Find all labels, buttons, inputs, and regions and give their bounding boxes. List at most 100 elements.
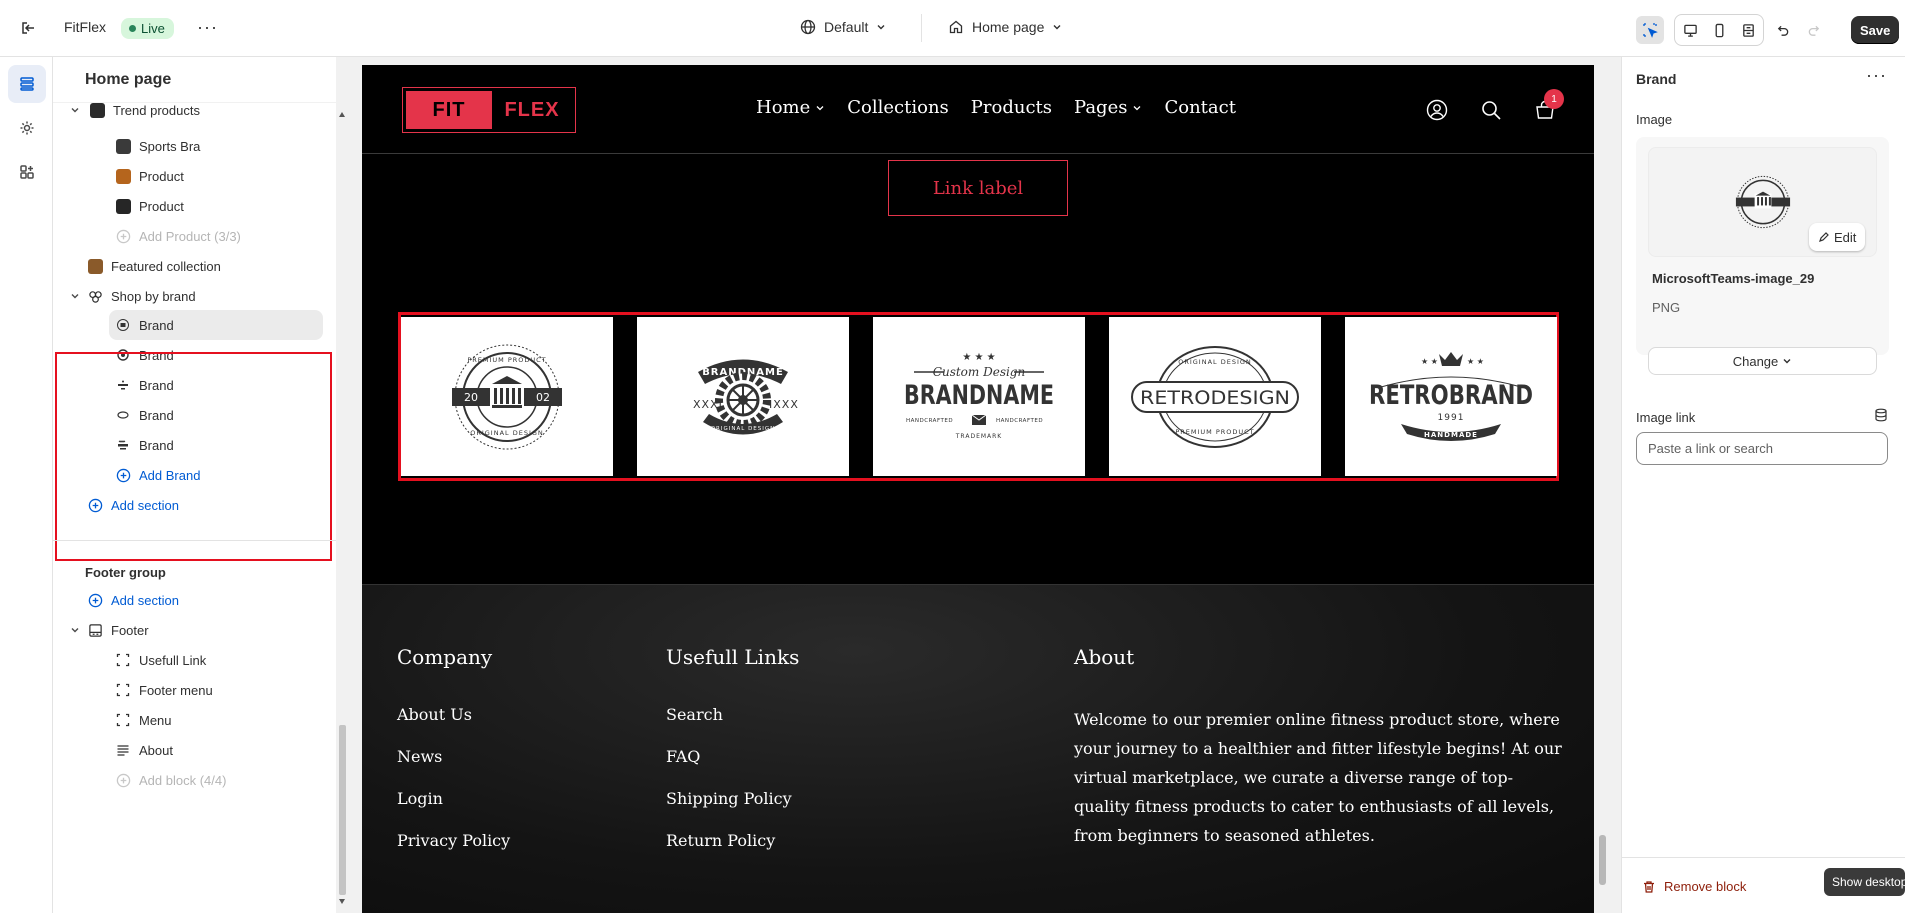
footer-link[interactable]: News — [397, 747, 510, 766]
chevron-down-icon — [1053, 25, 1061, 30]
brand-logo-bottom-text: TRADEMARK — [955, 433, 1003, 440]
block-product[interactable]: Product — [115, 161, 184, 191]
footer-link[interactable]: About Us — [397, 705, 510, 724]
status-badge: Live — [121, 18, 174, 39]
add-product-button[interactable]: Add Product (3/3) — [115, 221, 241, 251]
exit-icon[interactable] — [18, 18, 38, 38]
block-menu[interactable]: Menu — [115, 705, 172, 735]
store-preview: FIT FLEX Home Collections Products Pages… — [362, 65, 1594, 913]
chevron-down-icon[interactable] — [69, 104, 81, 116]
remove-block-button[interactable]: Remove block — [1642, 879, 1746, 894]
desktop-icon — [1683, 24, 1697, 37]
undo-button[interactable] — [1768, 16, 1796, 44]
page-selector[interactable]: Home page — [948, 19, 1062, 35]
brand-card[interactable]: ★ ★ ★ Custom Design BRANDNAME HANDCRAFTE… — [873, 317, 1085, 476]
add-section-button[interactable]: Add section — [87, 585, 179, 615]
block-about[interactable]: About — [115, 735, 173, 765]
more-actions-button[interactable]: ··· — [197, 17, 218, 38]
search-icon[interactable] — [1479, 98, 1503, 122]
link-label-button[interactable]: Link label — [888, 160, 1068, 216]
site-footer: Company About Us News Login Privacy Poli… — [362, 585, 1594, 913]
nav-contact[interactable]: Contact — [1164, 97, 1235, 118]
panel-scrollbar[interactable] — [336, 57, 349, 913]
scrollbar-thumb[interactable] — [339, 725, 346, 895]
block-usefull-link[interactable]: Usefull Link — [115, 645, 206, 675]
add-section-button[interactable]: Add section — [87, 490, 179, 520]
redo-button[interactable] — [1800, 16, 1828, 44]
more-actions-button[interactable]: ··· — [1866, 65, 1887, 86]
brand-logo-year: 1991 — [1438, 413, 1465, 423]
nav-label: Pages — [1074, 97, 1128, 118]
divider — [53, 540, 336, 541]
footer-link[interactable]: Return Policy — [666, 831, 799, 850]
scroll-down-icon[interactable] — [339, 899, 345, 904]
header-icons — [1425, 98, 1557, 122]
trash-icon — [1644, 880, 1654, 893]
theme-settings-tab[interactable] — [8, 109, 46, 147]
block-product[interactable]: Product — [115, 191, 184, 221]
preview-area: FIT FLEX Home Collections Products Pages… — [350, 57, 1620, 913]
footer-link[interactable]: Search — [666, 705, 799, 724]
block-label: Product — [139, 198, 184, 214]
save-button[interactable]: Save — [1851, 16, 1900, 44]
brand-logos-strip: 20 02 PREMIUM PRODUCT ORIGINAL DESIGN BR… — [398, 312, 1559, 481]
section-footer[interactable]: Footer — [87, 615, 149, 645]
edit-image-button[interactable]: Edit — [1809, 223, 1866, 251]
inspector-button[interactable] — [1636, 16, 1664, 44]
image-link-input[interactable]: Paste a link or search — [1636, 432, 1888, 465]
account-icon[interactable] — [1425, 98, 1449, 122]
sections-icon — [20, 77, 34, 91]
footer-about-column: About Welcome to our premier online fitn… — [1074, 645, 1564, 850]
image-filename: MicrosoftTeams-image_29 — [1652, 271, 1815, 286]
chevron-down-icon[interactable] — [69, 624, 81, 636]
section-featured-collection[interactable]: Featured collection — [87, 251, 221, 281]
brand-card[interactable]: ORIGINAL DESIGN RETRODESIGN PREMIUM PROD… — [1109, 317, 1321, 476]
nav-home[interactable]: Home — [756, 97, 825, 118]
app-embeds-tab[interactable] — [8, 153, 46, 191]
mobile-view-button[interactable] — [1705, 16, 1733, 44]
nav-collections[interactable]: Collections — [847, 97, 949, 118]
section-trend-products[interactable]: Trend products — [89, 103, 200, 125]
block-frame-icon — [115, 652, 131, 668]
add-block-button[interactable]: Add block (4/4) — [115, 765, 226, 795]
footer-link[interactable]: Privacy Policy — [397, 831, 510, 850]
chevron-down-icon[interactable] — [69, 290, 81, 302]
fullscreen-view-button[interactable] — [1734, 16, 1762, 44]
desktop-view-button[interactable] — [1676, 16, 1704, 44]
footer-link[interactable]: Shipping Policy — [666, 789, 799, 808]
brand-logo-bottom-text: ORIGINAL DESIGN — [711, 426, 776, 432]
brand-card[interactable]: ★ ★ ★ ★ RETROBRAND 1991 HANDMADE — [1345, 317, 1557, 476]
footer-link[interactable]: Login — [397, 789, 510, 808]
cart-count-badge: 1 — [1544, 89, 1564, 109]
theme-selector[interactable]: Default — [800, 19, 886, 35]
nav-label: Collections — [847, 97, 949, 118]
block-sports-bra[interactable]: Sports Bra — [115, 131, 200, 161]
block-brand[interactable]: Brand — [109, 310, 323, 340]
scroll-up-icon[interactable] — [339, 112, 345, 117]
brand-logo-main-text: RETRODESIGN — [1140, 387, 1290, 409]
preview-scrollbar[interactable] — [1595, 65, 1610, 913]
nav-pages[interactable]: Pages — [1074, 97, 1142, 118]
sections-tab[interactable] — [8, 65, 46, 103]
footer-link[interactable]: FAQ — [666, 747, 799, 766]
image-preview[interactable]: Edit — [1648, 147, 1877, 257]
undo-icon — [1777, 25, 1788, 36]
store-logo[interactable]: FIT FLEX — [402, 87, 576, 133]
sections-panel: Home page Trend products Sports Bra Prod… — [53, 57, 337, 913]
brand-card[interactable]: BRANDNAME XXXI IXXX ORIGINAL DESIGN — [637, 317, 849, 476]
redo-icon — [1808, 25, 1819, 36]
dynamic-source-icon[interactable] — [1874, 408, 1888, 422]
scrollbar-thumb[interactable] — [1599, 835, 1606, 885]
block-label: Brand — [139, 317, 174, 333]
add-section-label: Add section — [111, 592, 179, 608]
top-bar: FitFlex Live ··· Default Home page Save — [0, 0, 1905, 57]
block-footer-menu[interactable]: Footer menu — [115, 675, 213, 705]
brand-card[interactable]: 20 02 PREMIUM PRODUCT ORIGINAL DESIGN — [401, 317, 613, 476]
nav-products[interactable]: Products — [971, 97, 1052, 118]
collection-thumbnail-icon — [87, 258, 103, 274]
section-shop-by-brand[interactable]: Shop by brand — [87, 281, 196, 311]
plus-circle-icon — [115, 772, 131, 788]
gear-icon — [20, 121, 34, 135]
text-lines-icon — [115, 742, 131, 758]
change-image-button[interactable]: Change — [1648, 347, 1877, 375]
